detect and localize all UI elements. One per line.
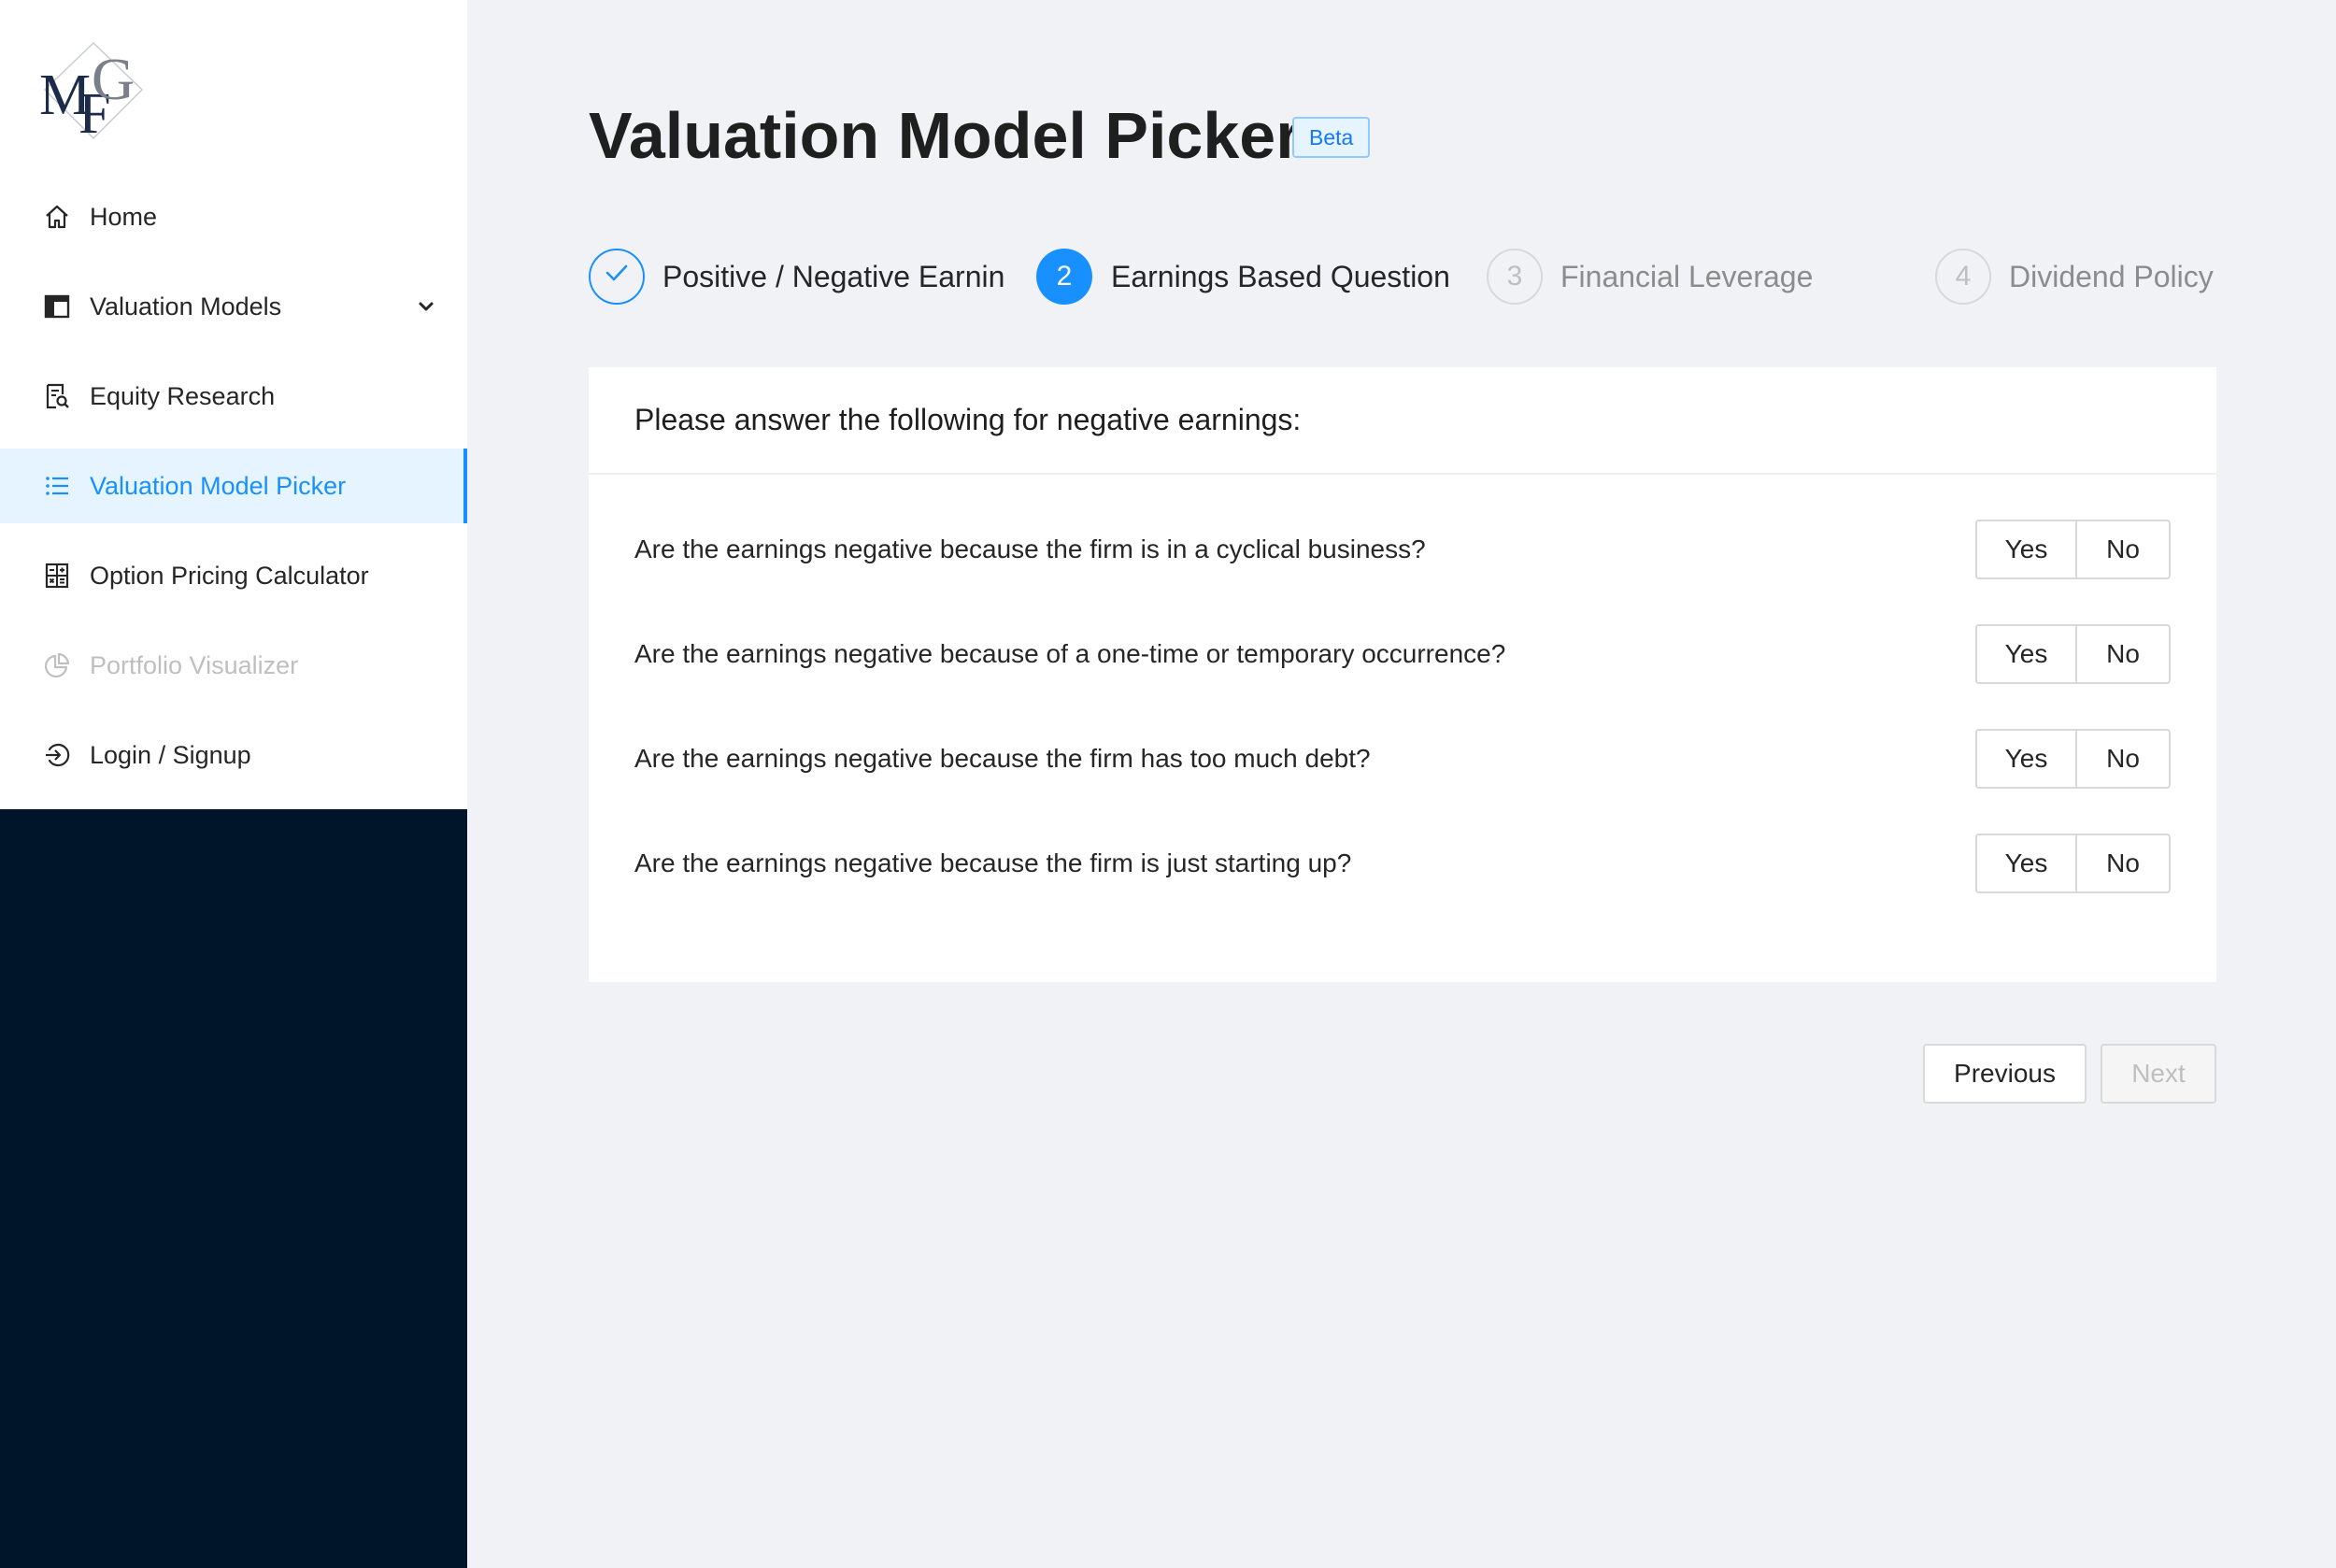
sidebar-item-portfolio-visualizer: Portfolio Visualizer bbox=[0, 628, 467, 703]
question-row: Are the earnings negative because the fi… bbox=[589, 834, 2216, 893]
check-icon bbox=[603, 259, 631, 294]
login-icon bbox=[43, 741, 71, 769]
question-text: Are the earnings negative because the fi… bbox=[634, 744, 1371, 773]
step-4-circle: 4 bbox=[1935, 249, 1991, 305]
question-row: Are the earnings negative because of a o… bbox=[589, 624, 2216, 684]
sidebar-item-label: Login / Signup bbox=[90, 740, 251, 769]
sidebar-item-login-signup[interactable]: Login / Signup bbox=[0, 718, 467, 792]
sidebar-nav: Home Valuation Models Equity Research Va… bbox=[0, 179, 467, 807]
mfg-logo[interactable]: M F G bbox=[37, 41, 159, 146]
question-row: Are the earnings negative because the fi… bbox=[589, 520, 2216, 579]
beta-badge: Beta bbox=[1292, 117, 1371, 158]
yes-button[interactable]: Yes bbox=[1975, 834, 2077, 893]
yes-no-toggle: Yes No bbox=[1975, 729, 2171, 789]
chevron-down-icon[interactable] bbox=[417, 297, 435, 316]
no-button[interactable]: No bbox=[2077, 520, 2171, 579]
sidebar-item-equity-research[interactable]: Equity Research bbox=[0, 359, 467, 434]
yes-no-toggle: Yes No bbox=[1975, 834, 2171, 893]
layout-icon bbox=[43, 292, 71, 321]
question-row: Are the earnings negative because the fi… bbox=[589, 729, 2216, 789]
step-1-circle bbox=[589, 249, 645, 305]
sidebar-item-label: Valuation Model Picker bbox=[90, 471, 347, 500]
sidebar-item-home[interactable]: Home bbox=[0, 179, 467, 254]
sidebar: M F G Home Valuation Models Equity Resea… bbox=[0, 0, 467, 1568]
yes-button[interactable]: Yes bbox=[1975, 624, 2077, 684]
step-1-title[interactable]: Positive / Negative Earnin bbox=[662, 258, 1004, 295]
step-3-title: Financial Leverage bbox=[1560, 260, 1814, 293]
sidebar-item-label: Valuation Models bbox=[90, 292, 282, 321]
yes-no-toggle: Yes No bbox=[1975, 520, 2171, 579]
sidebar-item-valuation-models[interactable]: Valuation Models bbox=[0, 269, 467, 344]
next-button: Next bbox=[2101, 1044, 2216, 1104]
sidebar-item-label: Portfolio Visualizer bbox=[90, 650, 299, 679]
file-search-icon bbox=[43, 382, 71, 410]
step-2-title: Earnings Based Question bbox=[1111, 260, 1450, 293]
question-text: Are the earnings negative because the fi… bbox=[634, 535, 1426, 563]
sidebar-item-label: Home bbox=[90, 202, 158, 231]
sidebar-item-label: Equity Research bbox=[90, 381, 276, 410]
sidebar-item-label: Option Pricing Calculator bbox=[90, 561, 369, 590]
pie-chart-icon bbox=[43, 651, 71, 679]
svg-text:G: G bbox=[92, 46, 135, 112]
step-2-circle: 2 bbox=[1036, 249, 1092, 305]
yes-no-toggle: Yes No bbox=[1975, 624, 2171, 684]
yes-button[interactable]: Yes bbox=[1975, 520, 2077, 579]
step-4-title: Dividend Policy bbox=[2009, 260, 2214, 293]
question-card: Please answer the following for negative… bbox=[589, 367, 2216, 982]
step-3-circle: 3 bbox=[1487, 249, 1543, 305]
question-text: Are the earnings negative because of a o… bbox=[634, 639, 1506, 668]
no-button[interactable]: No bbox=[2077, 834, 2171, 893]
previous-button[interactable]: Previous bbox=[1923, 1044, 2087, 1104]
yes-button[interactable]: Yes bbox=[1975, 729, 2077, 789]
no-button[interactable]: No bbox=[2077, 624, 2171, 684]
sidebar-menu-panel: M F G Home Valuation Models Equity Resea… bbox=[0, 0, 467, 809]
sidebar-item-valuation-model-picker[interactable]: Valuation Model Picker bbox=[0, 449, 467, 523]
page-title: Valuation Model Picker bbox=[589, 99, 1302, 172]
home-icon bbox=[43, 203, 71, 231]
sidebar-item-option-pricing-calculator[interactable]: Option Pricing Calculator bbox=[0, 538, 467, 613]
question-text: Are the earnings negative because the fi… bbox=[634, 848, 1352, 877]
card-heading: Please answer the following for negative… bbox=[589, 367, 2216, 475]
calculator-icon bbox=[43, 562, 71, 590]
no-button[interactable]: No bbox=[2077, 729, 2171, 789]
list-icon bbox=[43, 472, 71, 500]
